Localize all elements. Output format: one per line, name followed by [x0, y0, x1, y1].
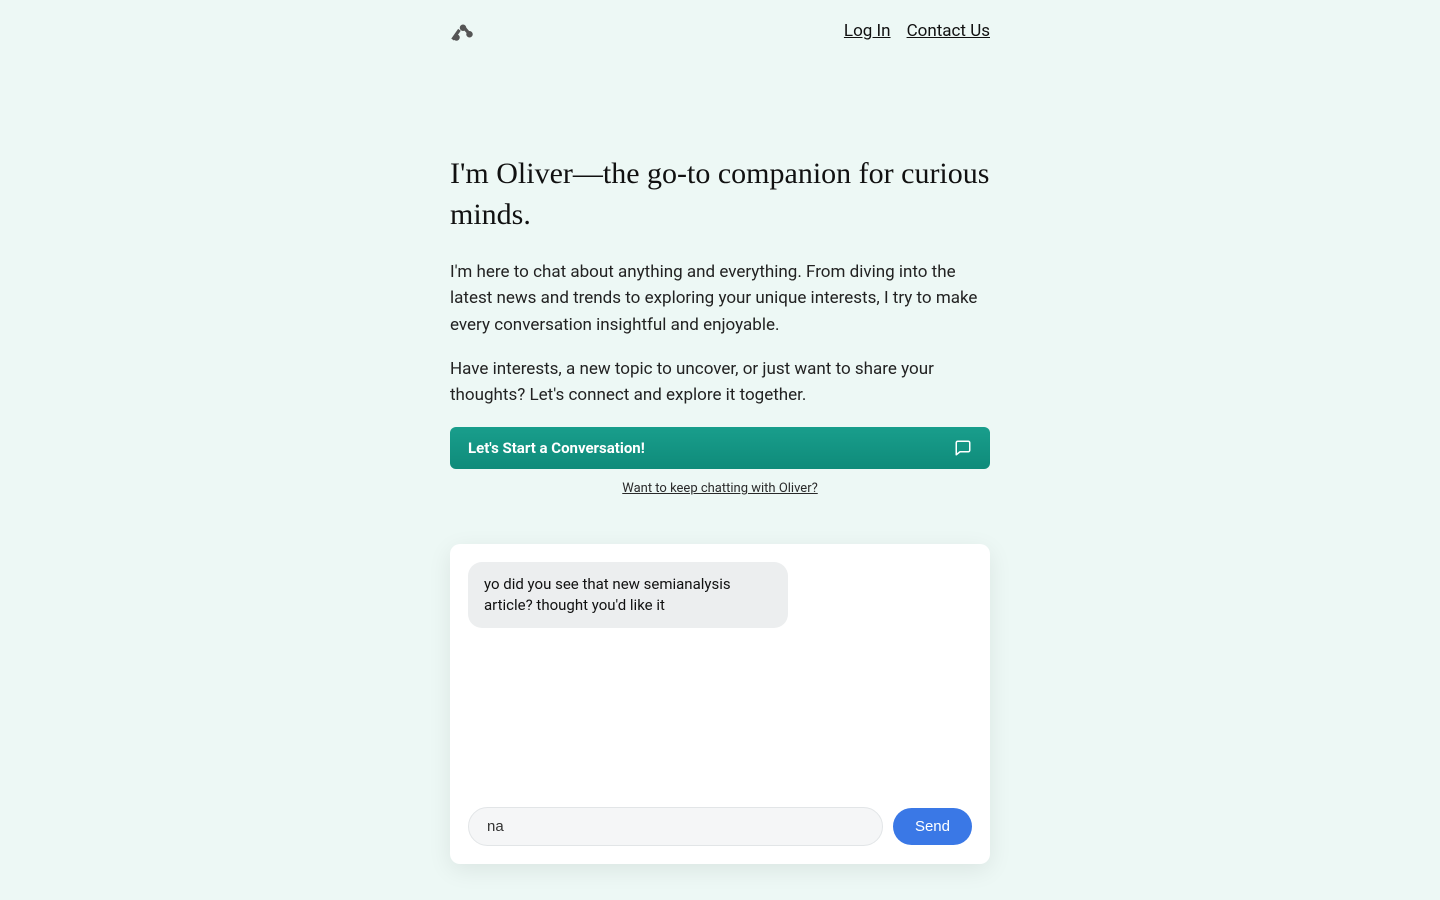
- hero-paragraph-2: Have interests, a new topic to uncover, …: [450, 356, 990, 409]
- chat-icon: [954, 439, 972, 457]
- logo: [450, 18, 476, 44]
- cta-label: Let's Start a Conversation!: [468, 439, 645, 457]
- message-bubble: yo did you see that new semianalysis art…: [468, 562, 788, 628]
- keep-chatting-link[interactable]: Want to keep chatting with Oliver?: [450, 481, 990, 496]
- login-link[interactable]: Log In: [844, 21, 891, 41]
- messages-area: yo did you see that new semianalysis art…: [468, 562, 972, 807]
- hero-title: I'm Oliver—the go-to companion for curio…: [450, 154, 990, 235]
- start-conversation-button[interactable]: Let's Start a Conversation!: [450, 427, 990, 469]
- network-icon: [450, 18, 476, 44]
- chat-input[interactable]: [468, 807, 883, 846]
- chat-card: yo did you see that new semianalysis art…: [450, 544, 990, 864]
- send-button[interactable]: Send: [893, 808, 972, 845]
- contact-link[interactable]: Contact Us: [907, 21, 990, 41]
- hero-paragraph-1: I'm here to chat about anything and ever…: [450, 259, 990, 338]
